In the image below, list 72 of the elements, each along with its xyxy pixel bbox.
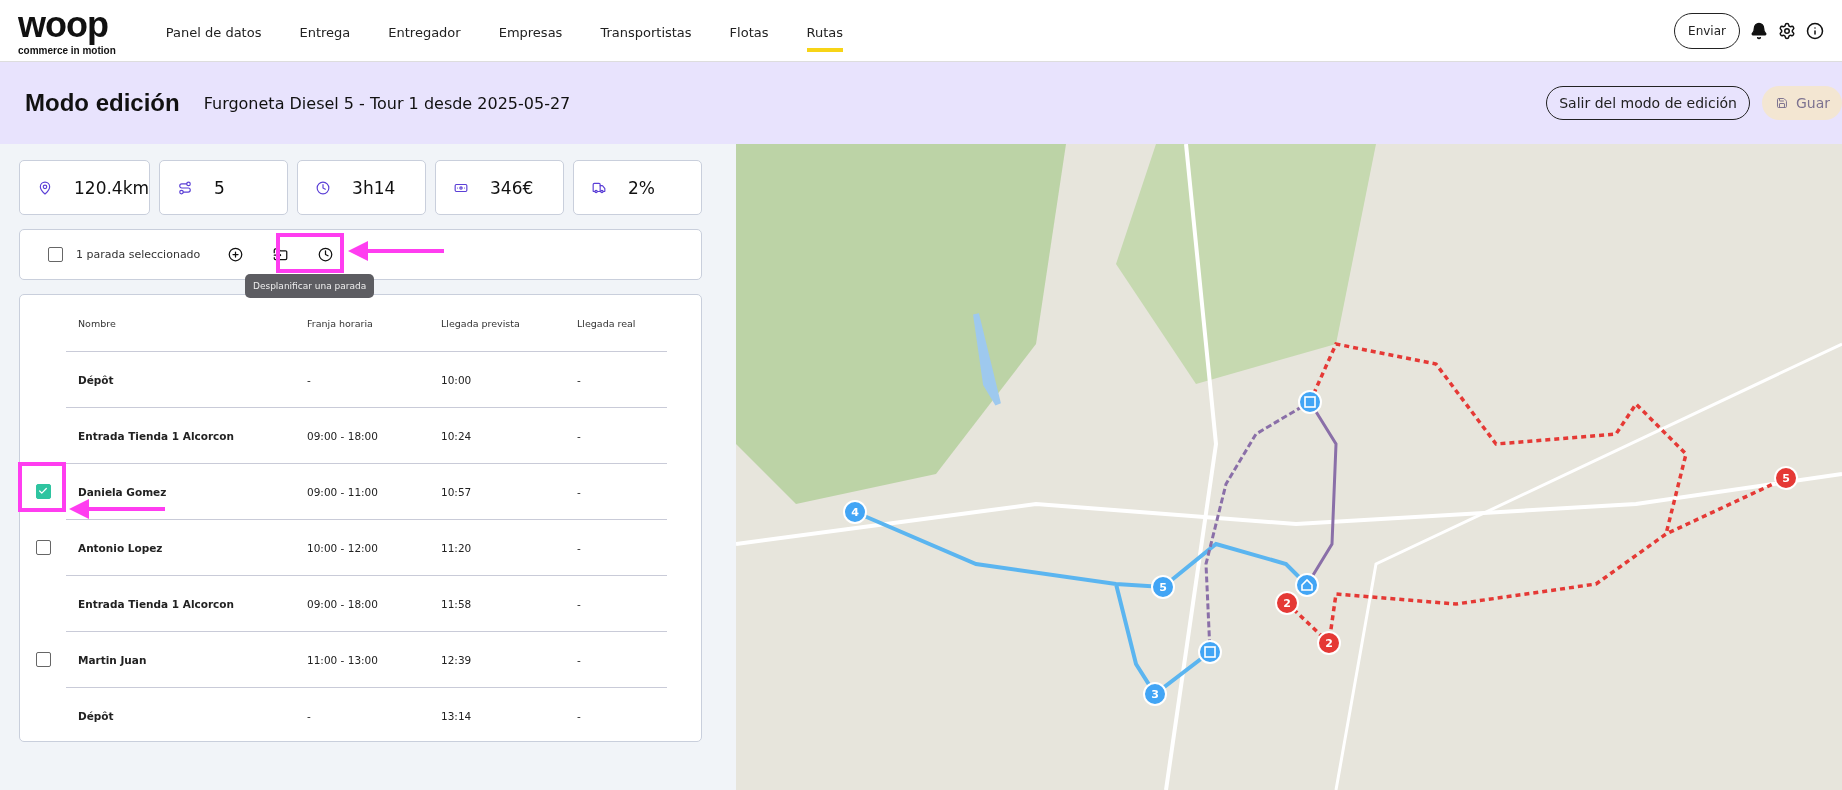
stop-name: Entrada Tienda 1 Alcorcon bbox=[78, 429, 236, 442]
estimated-arrival: 10:57 bbox=[441, 485, 473, 498]
stop-name: Dépôt bbox=[78, 709, 115, 722]
actual-arrival: - bbox=[577, 709, 582, 722]
annotation-highlight-box bbox=[18, 462, 66, 512]
column-header: Llegada real bbox=[577, 317, 637, 329]
stat-value: 3h14 bbox=[352, 177, 396, 198]
info-icon[interactable] bbox=[1806, 21, 1824, 40]
actual-arrival: - bbox=[577, 597, 582, 610]
row-checkbox[interactable] bbox=[35, 483, 51, 499]
route-stop-marker[interactable]: 2 bbox=[1317, 631, 1341, 655]
notification-bell-icon[interactable] bbox=[1750, 21, 1768, 40]
row-checkbox[interactable] bbox=[35, 651, 51, 667]
stop-name: Dépôt bbox=[78, 373, 115, 386]
logo-tagline: commerce in motion bbox=[18, 45, 116, 58]
actual-arrival: - bbox=[577, 485, 582, 498]
estimated-arrival: 10:00 bbox=[441, 373, 473, 386]
nav-tab[interactable]: Entrega bbox=[299, 17, 351, 52]
clock-icon bbox=[316, 180, 331, 195]
tour-subtitle: Furgoneta Diesel 5 - Tour 1 desde 2025-05-27 bbox=[203, 93, 572, 113]
column-header: Llegada prevista bbox=[441, 317, 521, 329]
stop-name: Antonio Lopez bbox=[78, 541, 164, 554]
route-stop-marker[interactable]: 5 bbox=[1774, 466, 1798, 490]
nav-tab[interactable]: Transportistas bbox=[600, 17, 692, 52]
time-window: 11:00 - 13:00 bbox=[307, 653, 441, 666]
stat-value: 5 bbox=[214, 177, 225, 198]
time-window: 09:00 - 18:00 bbox=[307, 597, 441, 610]
logo-wordmark[interactable]: woop bbox=[18, 3, 116, 46]
actual-arrival: - bbox=[577, 541, 582, 554]
estimated-arrival: 10:24 bbox=[441, 429, 473, 442]
nav-tab[interactable]: Rutas bbox=[806, 17, 844, 52]
checkmark-icon bbox=[38, 486, 48, 496]
truck-icon bbox=[592, 180, 607, 195]
settings-icon[interactable] bbox=[1778, 21, 1796, 40]
nav-tab[interactable]: Panel de datos bbox=[165, 17, 262, 52]
annotation-highlight-box bbox=[276, 233, 344, 273]
tooltip: Desplanificar una parada bbox=[245, 274, 375, 298]
package-marker-icon[interactable] bbox=[1198, 640, 1222, 664]
actual-arrival: - bbox=[577, 653, 582, 666]
nav-tab[interactable]: Empresas bbox=[498, 17, 563, 52]
estimated-arrival: 13:14 bbox=[441, 709, 473, 722]
pin-icon bbox=[38, 180, 52, 195]
actual-arrival: - bbox=[577, 429, 582, 442]
actual-arrival: - bbox=[577, 373, 582, 386]
time-window: 10:00 - 12:00 bbox=[307, 541, 441, 554]
estimated-arrival: 11:58 bbox=[441, 597, 473, 610]
time-window: 09:00 - 18:00 bbox=[307, 429, 441, 442]
time-window: 09:00 - 11:00 bbox=[307, 485, 441, 498]
stat-value: 2% bbox=[628, 177, 655, 198]
route-stop-marker[interactable]: 2 bbox=[1275, 591, 1299, 615]
save-icon bbox=[1776, 96, 1788, 110]
estimated-arrival: 11:20 bbox=[441, 541, 473, 554]
time-window: - bbox=[307, 709, 441, 722]
stop-name: Entrada Tienda 1 Alcorcon bbox=[78, 597, 236, 610]
home-marker-icon[interactable] bbox=[1295, 573, 1319, 597]
package-marker-icon[interactable] bbox=[1298, 390, 1322, 414]
selection-count: 1 parada seleccionado bbox=[76, 248, 201, 261]
nav-tab[interactable]: Flotas bbox=[729, 17, 769, 52]
column-header: Nombre bbox=[78, 317, 117, 329]
edit-mode-title: Modo edición bbox=[25, 89, 180, 117]
route-icon bbox=[178, 180, 193, 195]
row-checkbox[interactable] bbox=[35, 539, 51, 555]
stat-value: 120.4km bbox=[74, 177, 150, 198]
estimated-arrival: 12:39 bbox=[441, 653, 473, 666]
stop-name: Martin Juan bbox=[78, 653, 148, 666]
stat-value: 346€ bbox=[490, 177, 534, 198]
select-all-checkbox[interactable] bbox=[48, 247, 63, 262]
column-header: Franja horaria bbox=[307, 317, 374, 329]
nav-tab[interactable]: Entregador bbox=[388, 17, 461, 52]
time-window: - bbox=[307, 373, 441, 386]
send-button[interactable]: Enviar bbox=[1674, 12, 1740, 49]
stop-name: Daniela Gomez bbox=[78, 485, 168, 498]
